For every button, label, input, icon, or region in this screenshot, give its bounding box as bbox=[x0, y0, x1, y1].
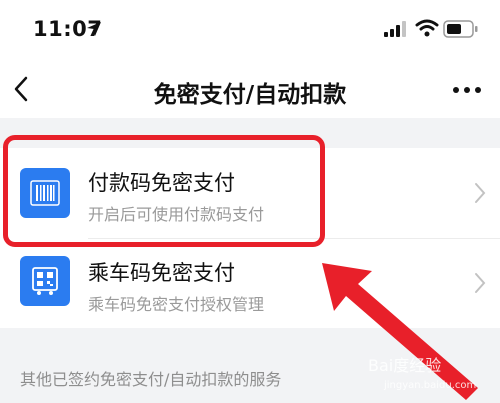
watermark-url: jingyan.baidu.com bbox=[384, 380, 477, 391]
red-arrow-annotation-icon bbox=[322, 263, 478, 400]
watermark-logo: Bai度经验 bbox=[368, 356, 442, 375]
